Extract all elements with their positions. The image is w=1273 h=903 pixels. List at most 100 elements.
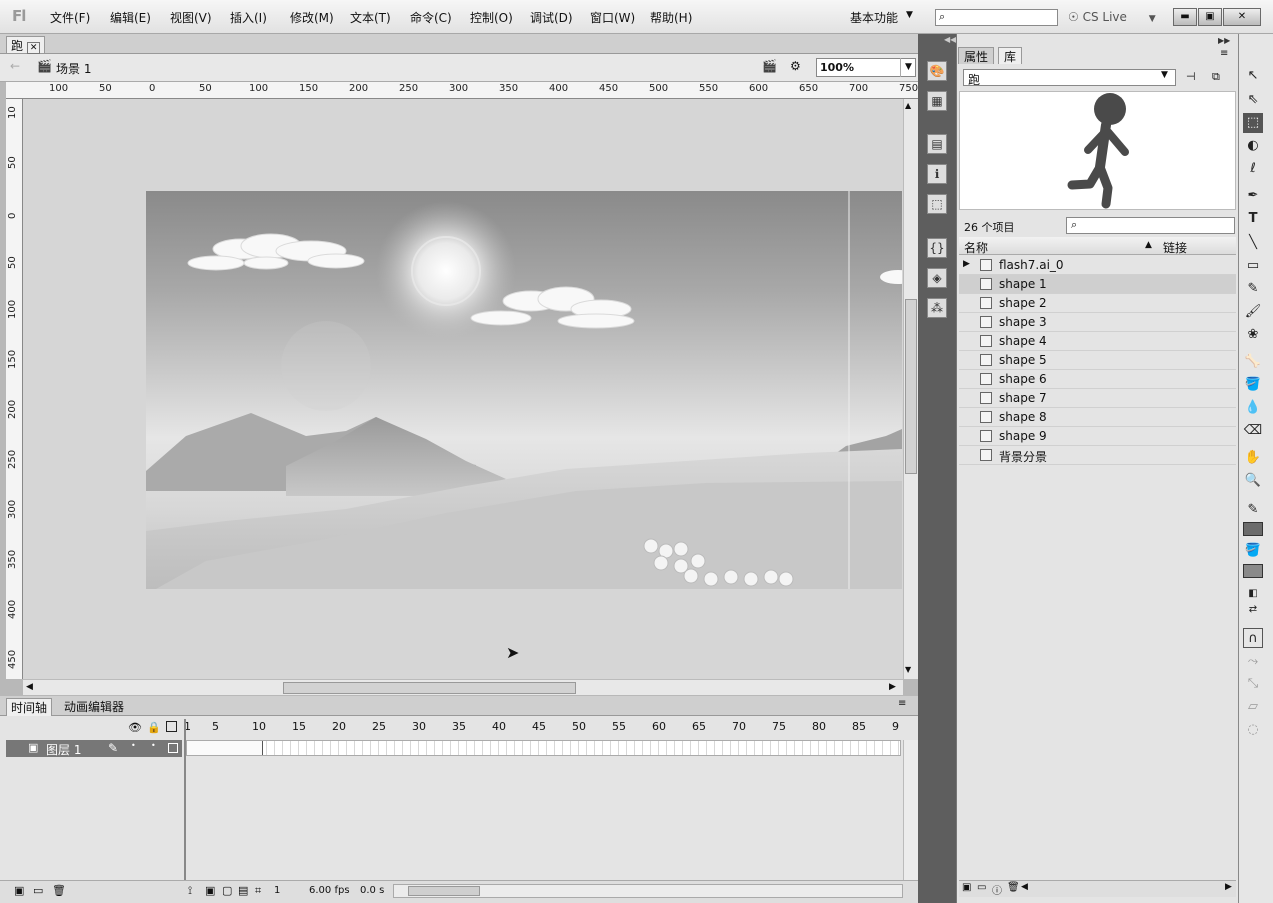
col-link[interactable]: 链接 <box>1163 239 1187 256</box>
code-snippets-icon[interactable]: {} <box>927 238 947 258</box>
scene-label[interactable]: 场景 1 <box>56 60 91 77</box>
close-tab-icon[interactable]: ✕ <box>26 42 41 54</box>
menu-modify[interactable]: 修改(M) <box>290 9 334 26</box>
tab-library[interactable]: 库 <box>998 47 1023 64</box>
library-item[interactable]: shape 6 <box>959 370 1236 389</box>
new-layer-icon[interactable]: ▣ <box>14 884 24 897</box>
eraser-tool-icon[interactable]: ⌫ <box>1243 421 1263 441</box>
new-library-icon[interactable]: ⧉ <box>1212 70 1220 84</box>
onion-outline-icon[interactable]: ▢ <box>222 884 232 897</box>
stroke-color-swatch[interactable] <box>1243 522 1263 536</box>
trash-icon[interactable]: 🗑 <box>1007 882 1020 893</box>
document-tab[interactable]: 跑 ✕ <box>6 36 46 54</box>
snap-magnet-icon[interactable]: ∩ <box>1243 628 1263 648</box>
lasso-tool-icon[interactable]: ℓ <box>1243 159 1263 179</box>
rotate-skew-icon[interactable]: ▱ <box>1243 697 1263 717</box>
timeline-hscroll-thumb[interactable] <box>408 886 480 896</box>
library-item[interactable]: shape 7 <box>959 389 1236 408</box>
scale-icon[interactable]: ◌ <box>1243 720 1263 740</box>
chevron-down-icon[interactable]: ▼ <box>906 10 913 20</box>
color-icon[interactable]: 🎨 <box>927 61 947 81</box>
rectangle-tool-icon[interactable]: ▭ <box>1243 256 1263 276</box>
swatches-icon[interactable]: ▦ <box>927 91 947 111</box>
outline-square[interactable] <box>168 743 178 753</box>
library-item[interactable]: shape 3 <box>959 313 1236 332</box>
tab-timeline[interactable]: 时间轴 <box>6 698 53 716</box>
new-folder-icon[interactable]: ▭ <box>977 882 986 893</box>
chevron-down-icon[interactable]: ▼ <box>1149 14 1156 24</box>
stroke-color-icon[interactable]: ✎ <box>1243 500 1263 520</box>
brush-tool-icon[interactable]: 🖌 <box>1243 302 1263 322</box>
menu-edit[interactable]: 编辑(E) <box>110 9 151 26</box>
panel-menu-icon[interactable]: ≡ <box>1220 48 1228 59</box>
scroll-down-icon[interactable]: ▼ <box>905 665 911 674</box>
sort-icon[interactable]: ▲ <box>1145 240 1152 250</box>
library-item[interactable]: shape 1 <box>959 275 1236 294</box>
3d-rotation-tool-icon[interactable]: ◐ <box>1243 136 1263 156</box>
lock-icon[interactable]: 🔒 <box>147 721 161 734</box>
free-transform-tool-icon[interactable]: ⬚ <box>1243 113 1263 133</box>
keyframe-span[interactable] <box>187 741 263 755</box>
eye-icon[interactable]: 👁 <box>128 721 142 734</box>
swap-colors-icon[interactable]: ⇄ <box>1243 600 1263 620</box>
menu-text[interactable]: 文本(T) <box>350 9 391 26</box>
menu-control[interactable]: 控制(O) <box>470 9 513 26</box>
edit-scene-icon[interactable]: 🎬 <box>762 59 777 73</box>
outline-icon[interactable] <box>166 721 177 732</box>
lock-dot[interactable]: • <box>151 741 156 750</box>
library-item[interactable]: 背景分景 <box>959 446 1236 465</box>
subselection-tool-icon[interactable]: ⇖ <box>1243 90 1263 110</box>
expand-folder-icon[interactable]: ▶ <box>963 259 970 269</box>
paint-bucket-tool-icon[interactable]: 🪣 <box>1243 375 1263 395</box>
visibility-dot[interactable]: • <box>131 741 136 750</box>
deco-tool-icon[interactable]: ❀ <box>1243 325 1263 345</box>
library-search-input[interactable]: ⌕ <box>1066 217 1235 234</box>
edit-symbol-icon[interactable]: ⚙ <box>790 59 801 73</box>
folder-icon[interactable]: ▭ <box>33 884 43 897</box>
close-button[interactable]: ✕ <box>1223 8 1261 26</box>
chevron-down-icon[interactable]: ▼ <box>1161 70 1168 80</box>
straighten-icon[interactable]: ⤡ <box>1243 674 1263 694</box>
pen-tool-icon[interactable]: ✒ <box>1243 186 1263 206</box>
menu-window[interactable]: 窗口(W) <box>590 9 635 26</box>
menu-debug[interactable]: 调试(D) <box>530 9 573 26</box>
menu-help[interactable]: 帮助(H) <box>650 9 692 26</box>
library-item[interactable]: shape 4 <box>959 332 1236 351</box>
hand-tool-icon[interactable]: ✋ <box>1243 448 1263 468</box>
tab-motion-editor[interactable]: 动画编辑器 <box>60 698 128 715</box>
new-symbol-icon[interactable]: ▣ <box>962 882 971 893</box>
scroll-right-icon[interactable]: ▶ <box>889 682 896 692</box>
line-tool-icon[interactable]: ╲ <box>1243 233 1263 253</box>
selection-tool-icon[interactable]: ↖ <box>1243 66 1263 86</box>
cs-live-button[interactable]: ☉ CS Live ▼ <box>1068 10 1156 24</box>
frame-rate[interactable]: 6.00 fps <box>309 885 350 896</box>
collapse-icon[interactable]: ◀◀ <box>944 35 956 44</box>
menu-view[interactable]: 视图(V) <box>170 9 212 26</box>
onion-skin-icon[interactable]: ▣ <box>205 884 215 897</box>
stage[interactable] <box>146 191 902 589</box>
help-search-input[interactable]: ⌕ <box>935 9 1058 26</box>
pin-icon[interactable]: ⊣ <box>1186 70 1196 83</box>
scroll-up-icon[interactable]: ▲ <box>905 101 911 110</box>
back-arrow-icon[interactable]: ← <box>10 59 20 73</box>
library-item[interactable]: shape 9 <box>959 427 1236 446</box>
properties-icon[interactable]: ⓘ <box>992 882 1002 897</box>
pencil-tool-icon[interactable]: ✎ <box>1243 279 1263 299</box>
trash-icon[interactable]: 🗑 <box>52 884 66 897</box>
scroll-left-icon[interactable]: ◀ <box>26 682 33 692</box>
chevron-down-icon[interactable]: ▼ <box>900 58 916 77</box>
fill-color-icon[interactable]: 🪣 <box>1243 541 1263 561</box>
library-item[interactable]: shape 8 <box>959 408 1236 427</box>
transform-icon[interactable]: ⬚ <box>927 194 947 214</box>
motion-presets-icon[interactable]: ⁂ <box>927 298 947 318</box>
tab-properties[interactable]: 属性 <box>958 47 995 64</box>
zoom-tool-icon[interactable]: 🔍 <box>1243 471 1263 491</box>
smooth-icon[interactable]: ⤳ <box>1243 652 1263 672</box>
align-icon[interactable]: ▤ <box>927 134 947 154</box>
scroll-right-icon[interactable]: ▶ <box>1225 882 1232 892</box>
expand-icon[interactable]: ▶▶ <box>1218 36 1230 45</box>
vertical-scroll-thumb[interactable] <box>905 299 917 474</box>
library-item[interactable]: shape 5 <box>959 351 1236 370</box>
onion-markers-icon[interactable]: ⌗ <box>255 884 261 898</box>
timeline-hscroll[interactable] <box>393 884 903 898</box>
